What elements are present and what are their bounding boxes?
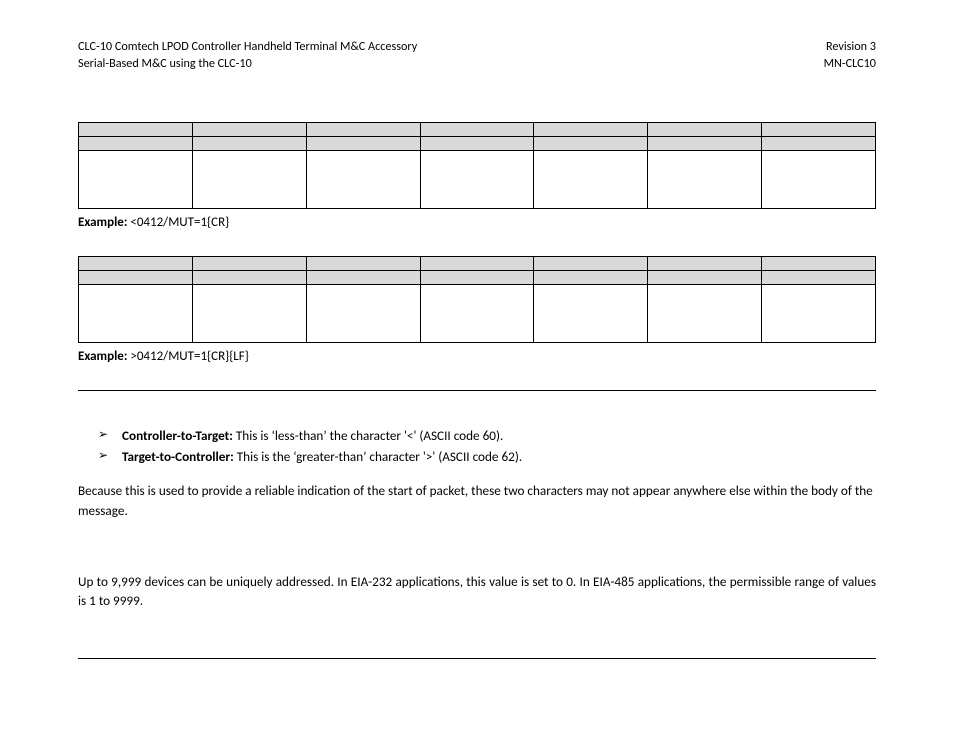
example-1: Example: <0412/MUT=1{CR} [78,215,876,230]
paragraph: Up to 9,999 devices can be uniquely addr… [78,572,876,610]
spacer [78,520,876,564]
header-right: Revision 3 MN-CLC10 [824,38,876,72]
header-right-line2: MN-CLC10 [824,55,876,72]
bullet-label: Target-to-Controller: [122,448,234,465]
divider [78,390,876,391]
header-left: CLC-10 Comtech LPOD Controller Handheld … [78,38,417,72]
page-header: CLC-10 Comtech LPOD Controller Handheld … [78,38,876,72]
table-row [79,271,876,285]
packet-table-1 [78,122,876,209]
header-left-line2: Serial-Based M&C using the CLC-10 [78,55,417,72]
packet-table-2 [78,256,876,343]
list-item: ➢ Target-to-Controller: This is the ‘gre… [98,446,876,467]
content: Example: <0412/MUT=1{CR} Example: >0412/… [78,122,876,659]
paragraph: Because this is used to provide a reliab… [78,481,876,519]
example-text: >0412/MUT=1{CR}{LF} [127,349,248,364]
table-row [79,257,876,271]
header-left-line1: CLC-10 Comtech LPOD Controller Handheld … [78,38,417,55]
table-row [79,137,876,151]
table-row [79,151,876,209]
arrow-icon: ➢ [98,446,122,465]
table-row [79,123,876,137]
bullet-list: ➢ Controller-to-Target: This is ‘less-th… [98,425,876,467]
arrow-icon: ➢ [98,425,122,444]
divider [78,658,876,659]
example-text: <0412/MUT=1{CR} [127,215,229,230]
page: CLC-10 Comtech LPOD Controller Handheld … [0,0,954,738]
bullet-label: Controller-to-Target: [122,427,233,444]
table-row [79,285,876,343]
list-item: ➢ Controller-to-Target: This is ‘less-th… [98,425,876,446]
example-label: Example: [78,215,127,230]
bullet-text: This is the ‘greater-than’ character '>'… [234,448,522,465]
header-right-line1: Revision 3 [824,38,876,55]
example-label: Example: [78,349,127,364]
example-2: Example: >0412/MUT=1{CR}{LF} [78,349,876,364]
bullet-text: This is ‘less-than’ the character '<' (A… [233,427,503,444]
